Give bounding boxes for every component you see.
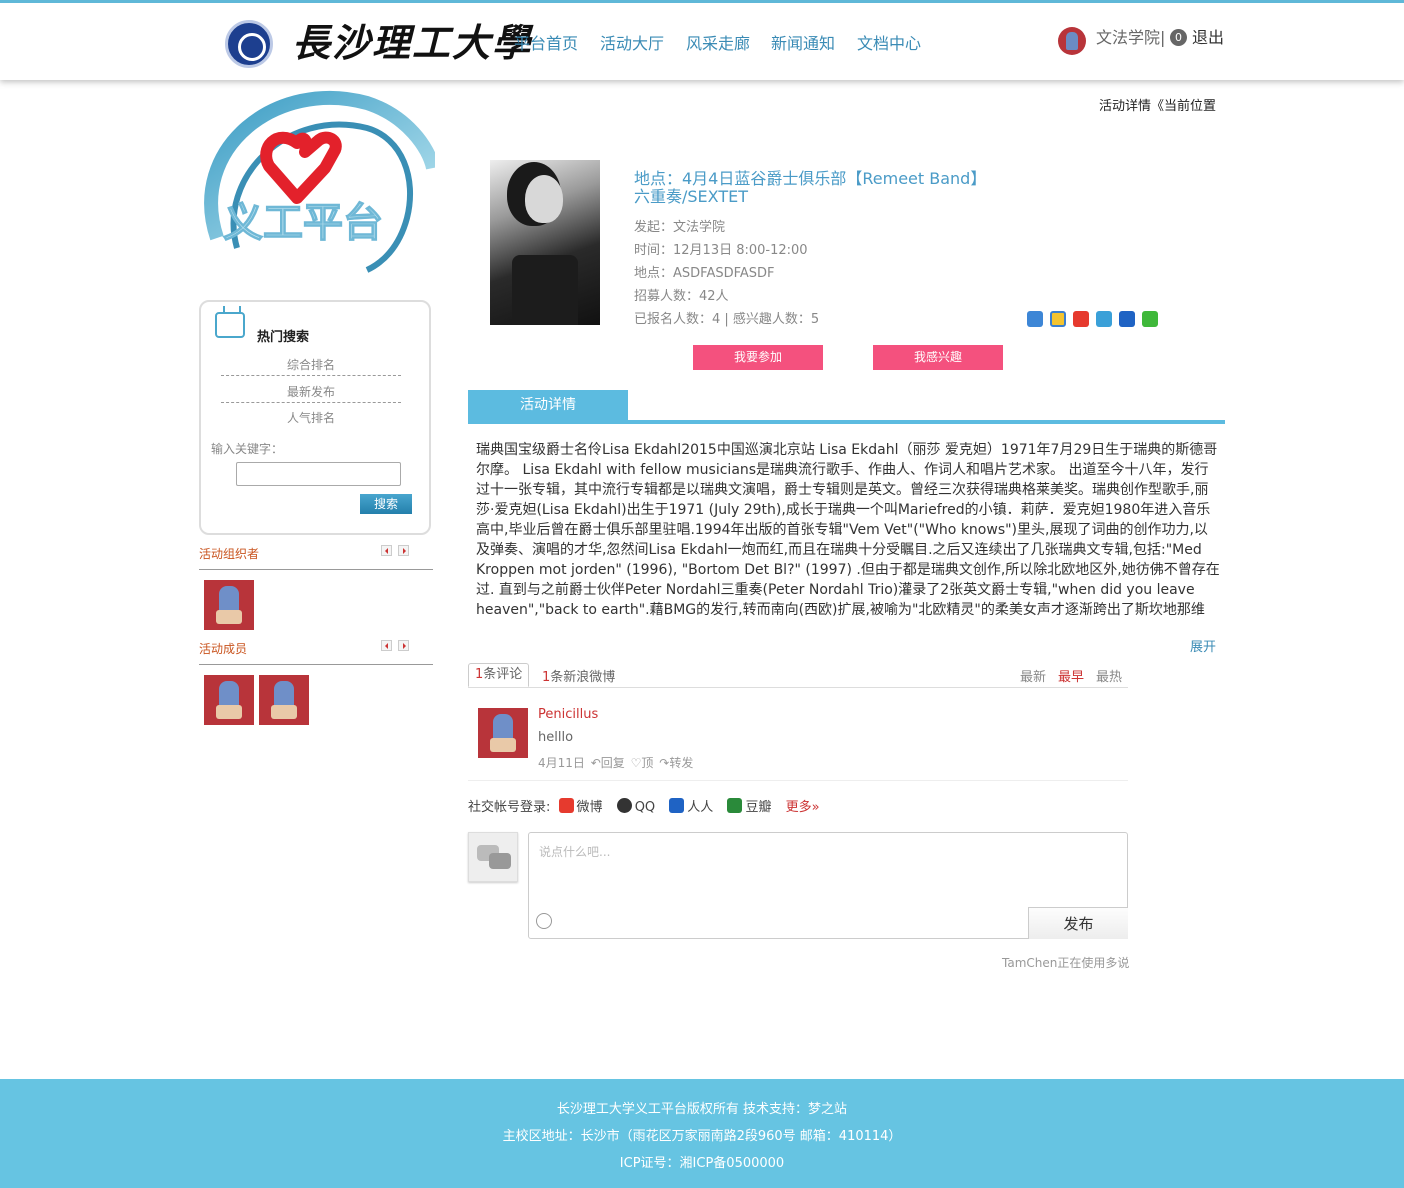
comment-count-label: 条评论 bbox=[483, 667, 523, 682]
footer-icp: ICP证号：湘ICP备0500000 bbox=[619, 1156, 785, 1171]
share-icons bbox=[1027, 311, 1165, 330]
social-login-bar: 社交帐号登录: 微博 QQ 人人 豆瓣 更多» bbox=[468, 796, 820, 815]
members-title: 活动成员 bbox=[199, 642, 248, 656]
logo-text: 义工平台 bbox=[223, 200, 383, 246]
comment-box: 发布 bbox=[528, 832, 1128, 939]
activity-location: 地点：ASDFASDFASDF bbox=[634, 266, 775, 281]
heart-icon: ♡ bbox=[630, 756, 642, 770]
user-avatar[interactable] bbox=[1058, 27, 1086, 55]
douban-icon bbox=[727, 798, 743, 813]
activity-photo bbox=[490, 160, 600, 325]
share-qzone-icon[interactable] bbox=[1050, 311, 1066, 327]
share-tencent-icon[interactable] bbox=[1096, 311, 1112, 327]
activity-signup-stats: 已报名人数：4 | 感兴趣人数：5 bbox=[634, 312, 820, 327]
weibo-icon bbox=[558, 798, 574, 813]
search-button[interactable]: 搜索 bbox=[360, 494, 412, 514]
volunteer-platform-logo: 义工平台 bbox=[204, 91, 435, 273]
organizers-header: 活动组织者 bbox=[199, 545, 433, 570]
user-name-link[interactable]: 文法学院| bbox=[1096, 27, 1165, 49]
comment-input[interactable] bbox=[539, 843, 1109, 903]
nav-documents[interactable]: 文档中心 bbox=[857, 33, 921, 55]
renren-icon bbox=[669, 798, 685, 813]
activity-time: 时间：12月13日 8:00-12:00 bbox=[634, 243, 808, 258]
comment-toolbar: 1条评论 1条新浪微博 最新 最早 最热 bbox=[468, 663, 1128, 688]
comment-avatar[interactable] bbox=[478, 708, 528, 758]
emoji-icon[interactable] bbox=[536, 913, 552, 929]
activity-detail-text: 瑞典国宝级爵士名伶Lisa Ekdahl2015中国巡演北京站 Lisa Ekd… bbox=[476, 442, 1220, 618]
hot-search-panel: 热门搜索 综合排名 最新发布 人气排名 输入关键字： 搜索 bbox=[199, 300, 431, 535]
rank-overall-link[interactable]: 综合排名 bbox=[221, 354, 401, 376]
sort-hottest[interactable]: 最热 bbox=[1096, 666, 1122, 685]
rank-popular-link[interactable]: 人气排名 bbox=[221, 407, 401, 429]
nav-activity-hall[interactable]: 活动大厅 bbox=[600, 33, 664, 55]
comment-count-tab[interactable]: 1条评论 bbox=[468, 663, 530, 687]
share-plus-icon[interactable] bbox=[1027, 311, 1043, 327]
top-navigation-bar: 長沙理工大學 平台首页 活动大厅 风采走廊 新闻通知 文档中心 文法学院| 0 … bbox=[0, 0, 1404, 80]
nav-home[interactable]: 平台首页 bbox=[514, 33, 578, 55]
tv-icon bbox=[215, 312, 245, 338]
social-login-label: 社交帐号登录: bbox=[468, 800, 551, 815]
guest-avatar bbox=[468, 832, 518, 882]
login-more[interactable]: 更多» bbox=[786, 800, 820, 815]
login-renren[interactable]: 人人 bbox=[687, 800, 713, 815]
join-activity-button[interactable]: 我要参加 bbox=[693, 345, 823, 370]
share-link[interactable]: 转发 bbox=[669, 756, 693, 770]
footer-copyright: 长沙理工大学义工平台版权所有 技术支持：梦之站 bbox=[556, 1102, 848, 1117]
weibo-count-label: 条新浪微博 bbox=[550, 670, 616, 685]
comment-date: 4月11日 bbox=[538, 756, 585, 770]
members-header: 活动成员 bbox=[199, 640, 433, 665]
next-arrow-icon[interactable] bbox=[398, 640, 409, 651]
comment-text: helllo bbox=[538, 730, 574, 745]
like-link[interactable]: 顶 bbox=[641, 756, 653, 770]
logout-link[interactable]: 退出 bbox=[1192, 27, 1224, 49]
next-arrow-icon[interactable] bbox=[398, 545, 409, 556]
expand-link[interactable]: 展开 bbox=[1190, 636, 1216, 655]
keyword-search-input[interactable] bbox=[236, 462, 401, 486]
comment-meta: 4月11日 ↶回复 ♡顶 ↷转发 bbox=[538, 754, 693, 771]
detail-tab-strip: 活动详情 bbox=[468, 390, 1225, 424]
share-weibo-icon[interactable] bbox=[1073, 311, 1089, 327]
tab-activity-detail[interactable]: 活动详情 bbox=[468, 390, 628, 420]
forward-icon: ↷ bbox=[659, 756, 670, 770]
comment-author[interactable]: Penicillus bbox=[538, 707, 598, 722]
divider bbox=[468, 780, 1128, 781]
activity-recruit: 招募人数：42人 bbox=[634, 289, 729, 304]
nav-gallery[interactable]: 风采走廊 bbox=[686, 33, 750, 55]
sort-oldest[interactable]: 最早 bbox=[1058, 666, 1084, 685]
message-count-badge[interactable]: 0 bbox=[1170, 29, 1187, 46]
login-qq[interactable]: QQ bbox=[635, 800, 655, 815]
hot-search-title: 热门搜索 bbox=[257, 330, 310, 345]
powered-by-text[interactable]: TamChen正在使用多说 bbox=[1002, 954, 1129, 971]
organizer-avatar[interactable] bbox=[204, 580, 254, 630]
login-douban[interactable]: 豆瓣 bbox=[745, 800, 771, 815]
qq-icon bbox=[616, 798, 632, 813]
sort-newest[interactable]: 最新 bbox=[1020, 666, 1046, 685]
reply-icon: ↶ bbox=[590, 756, 601, 770]
interested-button[interactable]: 我感兴趣 bbox=[873, 345, 1003, 370]
prev-arrow-icon[interactable] bbox=[381, 640, 392, 651]
nav-news[interactable]: 新闻通知 bbox=[771, 33, 835, 55]
keyword-label: 输入关键字： bbox=[211, 442, 284, 456]
reply-link[interactable]: 回复 bbox=[601, 756, 625, 770]
share-wechat-icon[interactable] bbox=[1142, 311, 1158, 327]
login-weibo[interactable]: 微博 bbox=[577, 800, 603, 815]
activity-title: 地点：4月4日蓝谷爵士俱乐部【Remeet Band】六重奏/SEXTET bbox=[634, 169, 987, 206]
weibo-count-tab[interactable]: 1条新浪微博 bbox=[542, 666, 615, 685]
member-avatar[interactable] bbox=[259, 675, 309, 725]
school-seal-logo bbox=[225, 20, 273, 68]
share-renren-icon[interactable] bbox=[1119, 311, 1135, 327]
member-avatar[interactable] bbox=[204, 675, 254, 725]
rank-latest-link[interactable]: 最新发布 bbox=[221, 381, 401, 403]
school-name-logo: 長沙理工大學 bbox=[292, 20, 533, 65]
activity-initiator: 发起：文法学院 bbox=[634, 220, 726, 235]
publish-button[interactable]: 发布 bbox=[1028, 907, 1128, 939]
organizers-title: 活动组织者 bbox=[199, 547, 260, 561]
footer-address: 主校区地址：长沙市（雨花区万家丽南路2段960号 邮箱：410114） bbox=[502, 1129, 902, 1144]
footer: 长沙理工大学义工平台版权所有 技术支持：梦之站 主校区地址：长沙市（雨花区万家丽… bbox=[0, 1079, 1404, 1188]
prev-arrow-icon[interactable] bbox=[381, 545, 392, 556]
breadcrumb: 活动详情《当前位置 bbox=[1098, 99, 1216, 114]
